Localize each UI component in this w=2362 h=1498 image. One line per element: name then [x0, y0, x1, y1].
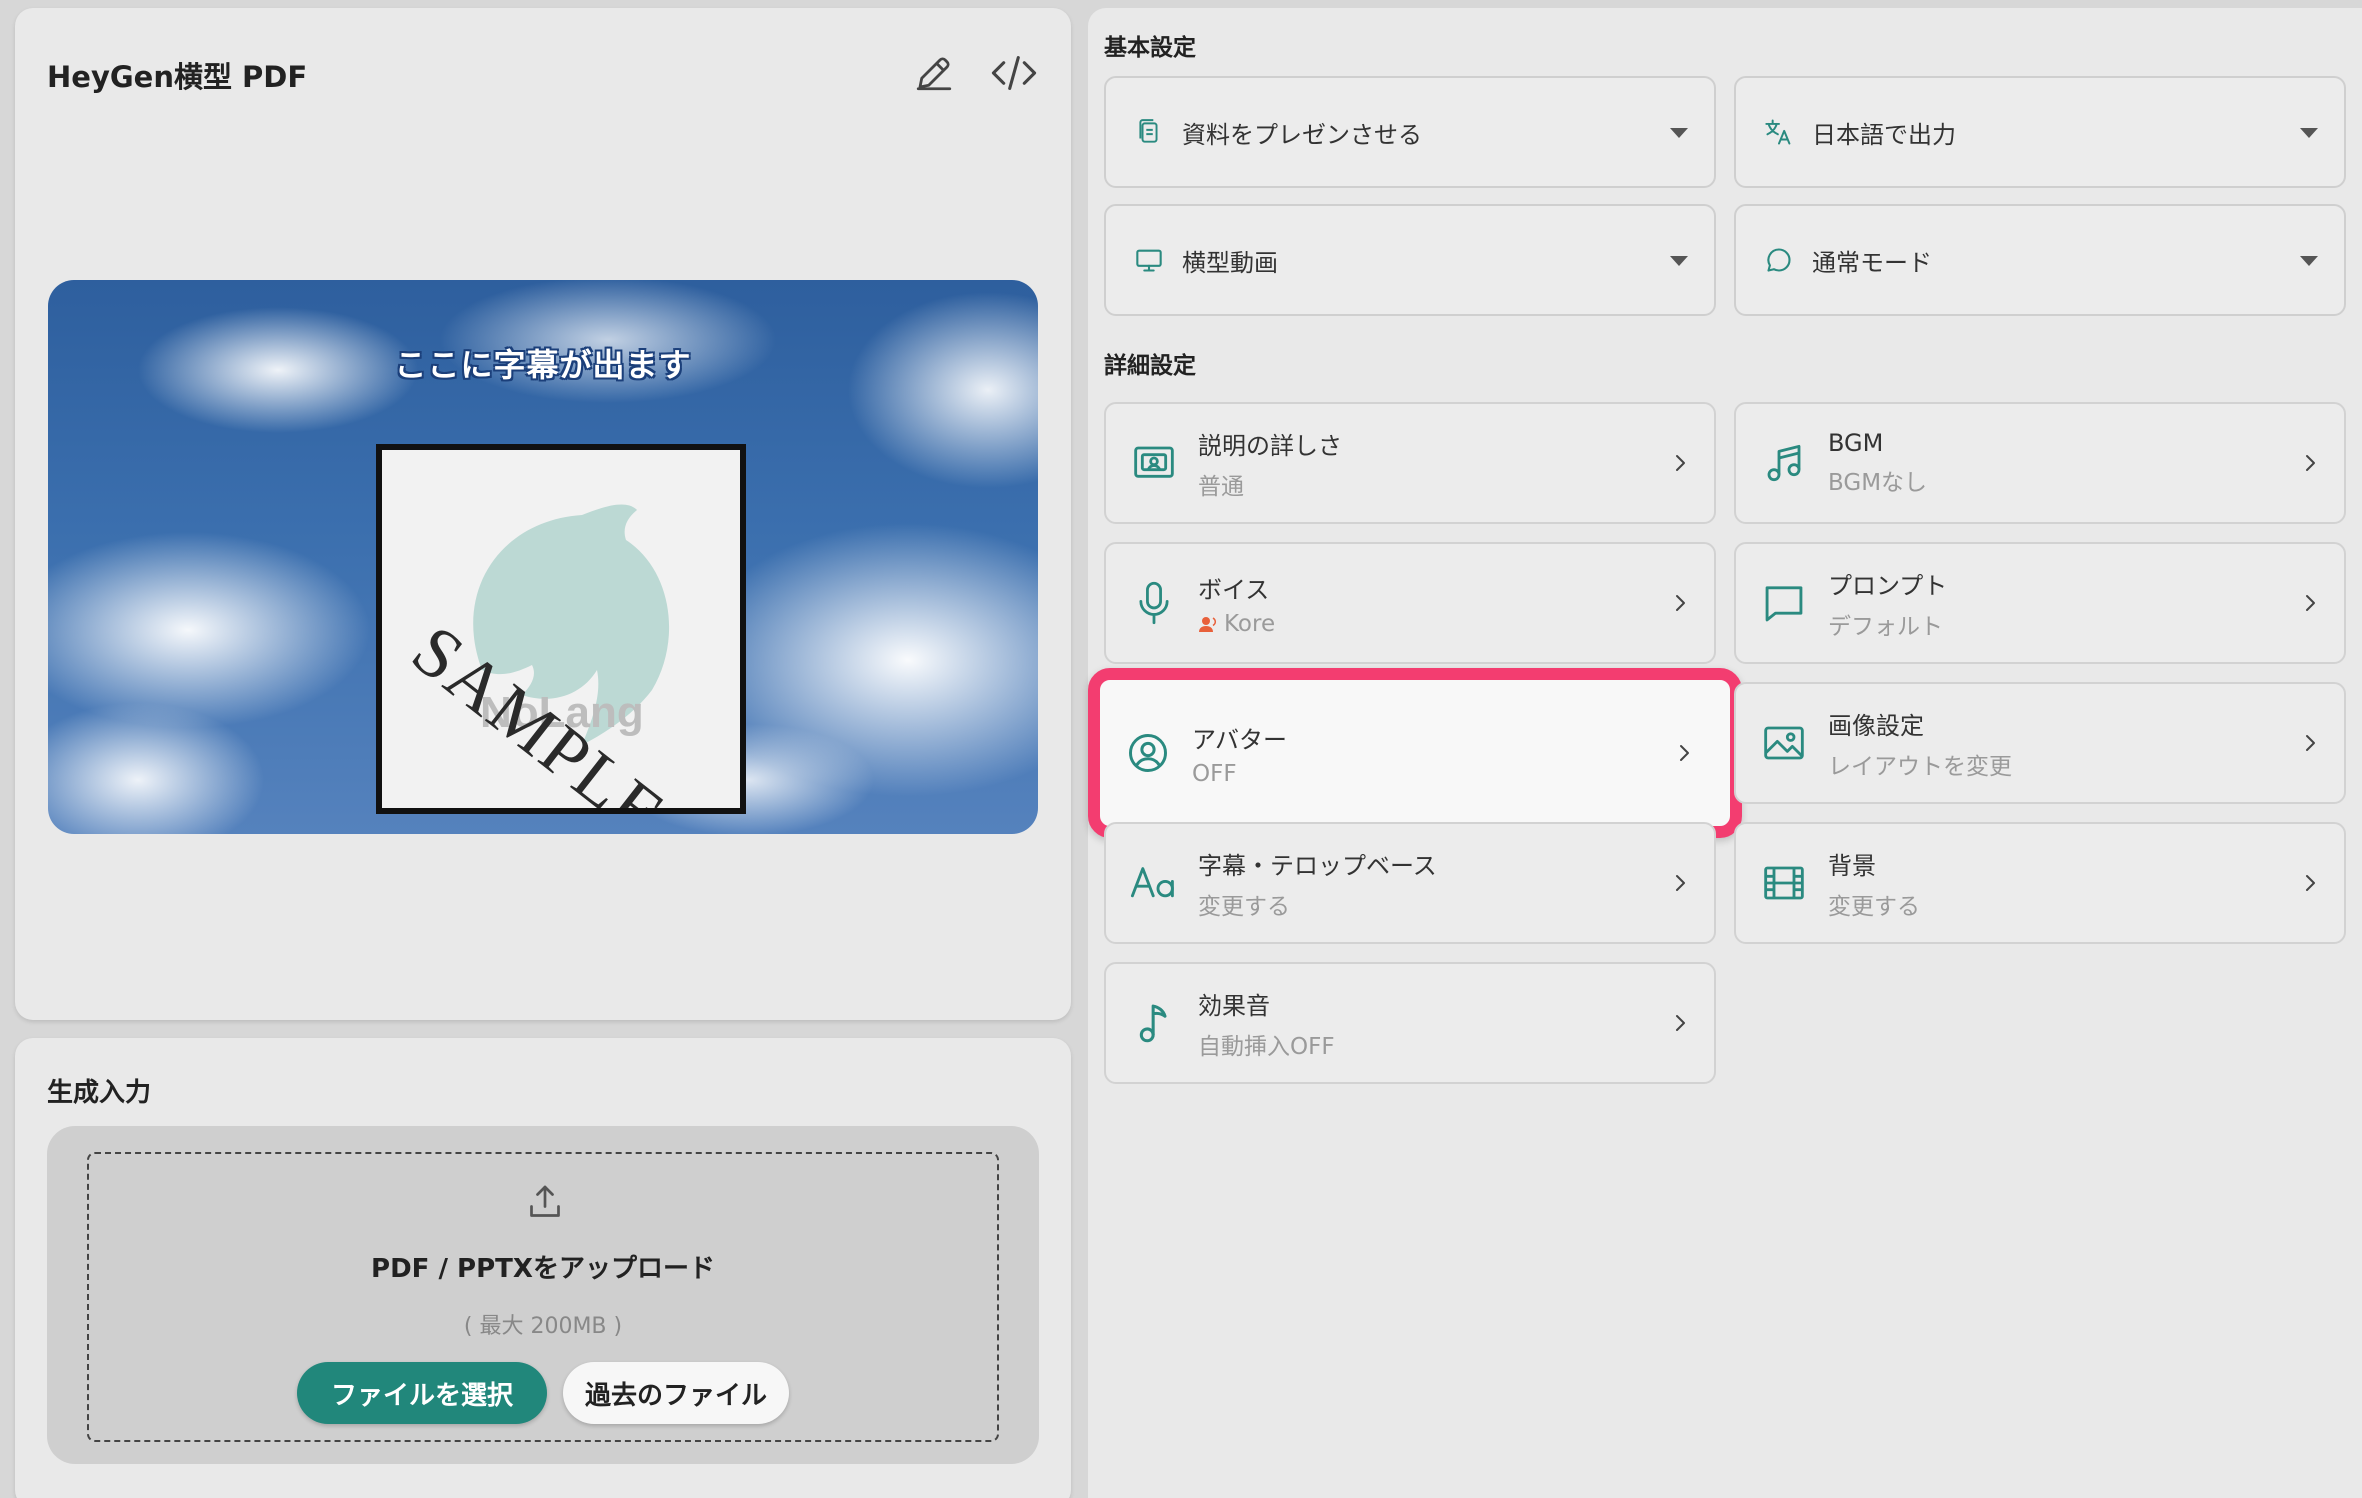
generation-input-card: 生成入力 PDF / PPTXをアップロード ( 最大 200MB ) ファイル…: [15, 1038, 1071, 1498]
past-files-button[interactable]: 過去のファイル: [563, 1362, 790, 1424]
presentation-mode-select[interactable]: 資料をプレゼンさせる: [1104, 76, 1716, 188]
music-notes-icon: [1760, 439, 1808, 487]
image-icon: [1760, 719, 1808, 767]
image-settings-card[interactable]: 画像設定 レイアウトを変更: [1734, 682, 2346, 804]
project-title: HeyGen横型 PDF: [47, 60, 308, 94]
background-card[interactable]: 背景 変更する: [1734, 822, 2346, 944]
film-icon: [1760, 859, 1808, 907]
chevron-right-icon: [2306, 595, 2315, 611]
card-title: 効果音: [1198, 991, 1270, 1020]
card-title: 説明の詳しさ: [1198, 431, 1342, 460]
upload-size-limit: ( 最大 200MB ): [463, 1314, 623, 1339]
embed-code-button[interactable]: [989, 48, 1039, 98]
card-value: デフォルト: [1828, 613, 1943, 640]
translate-icon: [1764, 117, 1794, 147]
document-icon: [1134, 117, 1164, 147]
select-label: 横型動画: [1182, 248, 1278, 277]
card-title: BGM: [1828, 429, 1884, 457]
card-value: 自動挿入OFF: [1198, 1033, 1335, 1060]
card-text: BGM BGMなし: [1828, 429, 1927, 497]
select-label: 日本語で出力: [1812, 120, 1956, 149]
input-section-title: 生成入力: [47, 1078, 152, 1108]
basic-settings-title: 基本設定: [1104, 35, 1196, 61]
chevron-down-icon: [2300, 256, 2318, 266]
chevron-right-icon: [1676, 595, 1685, 611]
select-file-button[interactable]: ファイルを選択: [296, 1362, 547, 1424]
card-title: ボイス: [1198, 575, 1270, 604]
preview-toolbar: [909, 48, 1039, 98]
video-orientation-select[interactable]: 横型動画: [1104, 204, 1716, 316]
avatar-card[interactable]: アバター OFF: [1088, 668, 1742, 838]
card-text: 効果音 自動挿入OFF: [1198, 986, 1335, 1061]
chevron-right-icon: [2306, 875, 2315, 891]
card-value: OFF: [1192, 760, 1237, 787]
speaker-person-icon: [1199, 616, 1217, 632]
microphone-icon: [1130, 579, 1178, 627]
pencil-icon: [916, 57, 952, 91]
preview-card: HeyGen横型 PDF ここに字幕が出ます NoLang SAMPLE: [15, 8, 1071, 1020]
explanation-detail-card[interactable]: 説明の詳しさ 普通: [1104, 402, 1716, 524]
select-label: 資料をプレゼンさせる: [1182, 120, 1422, 149]
subtitle-style-card[interactable]: 字幕・テロップベース 変更する: [1104, 822, 1716, 944]
upload-area: PDF / PPTXをアップロード ( 最大 200MB ) ファイルを選択 過…: [47, 1126, 1039, 1464]
text-aa-icon: [1130, 859, 1178, 907]
card-text: 背景 変更する: [1828, 846, 1920, 921]
card-title: 画像設定: [1828, 711, 1924, 740]
monitor-icon: [1134, 245, 1164, 275]
user-circle-icon: [1124, 729, 1172, 777]
chevron-down-icon: [1670, 128, 1688, 138]
card-value: BGMなし: [1828, 470, 1928, 496]
voice-name: Kore: [1224, 610, 1276, 637]
upload-icon: [530, 1185, 560, 1217]
prompt-card[interactable]: プロンプト デフォルト: [1734, 542, 2346, 664]
upload-title: PDF / PPTXをアップロード: [371, 1254, 715, 1284]
card-text: ボイス Kore: [1198, 570, 1275, 637]
output-language-select[interactable]: 日本語で出力: [1734, 76, 2346, 188]
upload-dropzone[interactable]: PDF / PPTXをアップロード ( 最大 200MB ) ファイルを選択 過…: [87, 1152, 999, 1442]
code-icon: [991, 56, 1037, 90]
card-title: アバター: [1192, 725, 1288, 754]
upload-buttons: ファイルを選択 過去のファイル: [89, 1362, 997, 1424]
card-text: アバター OFF: [1192, 720, 1287, 787]
sound-effect-card[interactable]: 効果音 自動挿入OFF: [1104, 962, 1716, 1084]
speech-box-icon: [1760, 579, 1808, 627]
card-text: プロンプト デフォルト: [1828, 566, 1947, 641]
chevron-right-icon: [1676, 455, 1685, 471]
bgm-card[interactable]: BGM BGMなし: [1734, 402, 2346, 524]
conversation-mode-select[interactable]: 通常モード: [1734, 204, 2346, 316]
select-label: 通常モード: [1812, 248, 1932, 277]
edit-button[interactable]: [909, 48, 959, 98]
card-value: Kore: [1198, 611, 1275, 637]
chevron-right-icon: [1676, 1015, 1685, 1031]
chat-bubble-icon: [1764, 245, 1794, 275]
chevron-down-icon: [1670, 256, 1688, 266]
card-title: 背景: [1828, 851, 1876, 880]
video-preview: ここに字幕が出ます NoLang SAMPLE: [48, 280, 1038, 834]
card-value: 普通: [1198, 473, 1244, 500]
chevron-right-icon: [1676, 875, 1685, 891]
chevron-down-icon: [2300, 128, 2318, 138]
card-value: レイアウトを変更: [1828, 753, 2012, 780]
presentation-icon: [1130, 439, 1178, 487]
music-note-icon: [1130, 999, 1178, 1047]
card-title: 字幕・テロップベース: [1198, 851, 1437, 880]
chevron-right-icon: [2306, 455, 2315, 471]
chevron-right-icon: [2306, 735, 2315, 751]
chevron-right-icon: [1680, 745, 1689, 761]
card-text: 説明の詳しさ 普通: [1198, 426, 1342, 501]
card-text: 画像設定 レイアウトを変更: [1828, 706, 2012, 781]
card-title: プロンプト: [1828, 571, 1948, 600]
voice-card[interactable]: ボイス Kore: [1104, 542, 1716, 664]
subtitle-overlay: ここに字幕が出ます: [394, 346, 692, 384]
card-value: 変更する: [1198, 893, 1290, 920]
settings-panel: 基本設定 資料をプレゼンさせる 日本語で出力 横型動画 通常モード 詳細設定 説…: [1088, 8, 2362, 1498]
card-value: 変更する: [1828, 893, 1920, 920]
detail-settings-title: 詳細設定: [1104, 353, 1196, 379]
card-text: 字幕・テロップベース 変更する: [1198, 846, 1437, 921]
avatar-placeholder: NoLang SAMPLE: [376, 444, 746, 814]
